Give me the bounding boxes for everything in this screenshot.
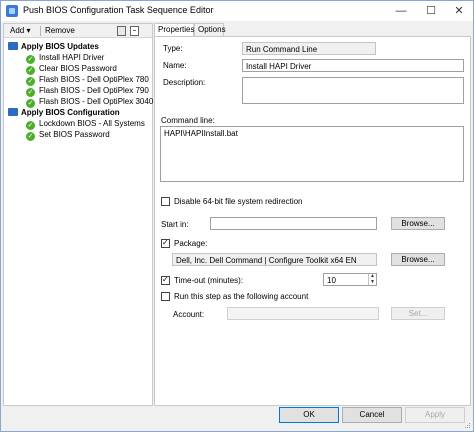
tree-item-clear-bios-password[interactable]: ✓ Clear BIOS Password bbox=[26, 64, 118, 75]
timeout-label: Time-out (minutes): bbox=[174, 276, 244, 285]
account-label: Account: bbox=[173, 310, 205, 319]
description-textarea[interactable] bbox=[242, 77, 464, 104]
move-up-icon[interactable] bbox=[117, 26, 126, 36]
task-sequence-editor-window: Push BIOS Configuration Task Sequence Ed… bbox=[0, 0, 474, 432]
tree-group-label: Apply BIOS Updates bbox=[21, 42, 99, 51]
check-icon: ✓ bbox=[26, 121, 35, 130]
tree-group-apply-bios-updates[interactable]: Apply BIOS Updates bbox=[8, 42, 99, 53]
tree-item-flash-bios-3040[interactable]: ✓ Flash BIOS - Dell OptiPlex 3040 bbox=[26, 97, 154, 108]
tree-item-install-hapi-driver[interactable]: ✓ Install HAPI Driver bbox=[26, 53, 106, 64]
spin-down-icon[interactable]: ▼ bbox=[368, 280, 376, 285]
start-in-label: Start in: bbox=[161, 220, 189, 229]
tree-toolbar: Add ▾ Remove bbox=[4, 24, 152, 38]
check-icon: ✓ bbox=[26, 88, 35, 97]
check-icon: ✓ bbox=[26, 77, 35, 86]
description-label: Description: bbox=[163, 78, 206, 87]
add-dropdown[interactable]: Add ▾ bbox=[10, 26, 30, 35]
package-checkbox[interactable] bbox=[161, 238, 170, 248]
properties-panel: Type: Run Command Line Name: Install HAP… bbox=[154, 36, 471, 406]
timeout-value: 10 bbox=[327, 276, 336, 285]
start-in-browse-button[interactable]: Browse... bbox=[391, 217, 445, 230]
tree-item-label: Flash BIOS - Dell OptiPlex 790 bbox=[39, 86, 149, 95]
timeout-checkbox[interactable] bbox=[161, 275, 170, 285]
tab-options[interactable]: Options bbox=[194, 23, 226, 36]
title-bar: Push BIOS Configuration Task Sequence Ed… bbox=[1, 1, 473, 21]
tree-item-label: Set BIOS Password bbox=[39, 130, 110, 139]
toolbar-separator bbox=[40, 26, 41, 36]
account-set-button[interactable]: Set... bbox=[391, 307, 445, 320]
tree-item-flash-bios-790[interactable]: ✓ Flash BIOS - Dell OptiPlex 790 bbox=[26, 86, 150, 97]
folder-icon bbox=[8, 42, 18, 50]
folder-icon bbox=[8, 108, 18, 116]
ok-button[interactable]: OK bbox=[279, 407, 339, 423]
tree-group-label: Apply BIOS Configuration bbox=[21, 108, 120, 117]
tab-properties[interactable]: Properties bbox=[154, 23, 194, 36]
type-label: Type: bbox=[163, 44, 183, 53]
maximize-button[interactable]: ☐ bbox=[416, 1, 446, 21]
account-input[interactable] bbox=[227, 307, 379, 320]
tree-item-label: Flash BIOS - Dell OptiPlex 3040 bbox=[39, 97, 154, 106]
apply-button[interactable]: Apply bbox=[405, 407, 465, 423]
tree-item-flash-bios-780[interactable]: ✓ Flash BIOS - Dell OptiPlex 780 bbox=[26, 75, 150, 86]
move-down-icon[interactable] bbox=[130, 26, 139, 36]
tree-item-label: Lockdown BIOS - All Systems bbox=[39, 119, 145, 128]
tree-item-label: Clear BIOS Password bbox=[39, 64, 117, 73]
disable-64bit-label: Disable 64-bit file system redirection bbox=[174, 197, 303, 206]
tree-group-apply-bios-configuration[interactable]: Apply BIOS Configuration bbox=[8, 108, 120, 119]
resize-grip-icon[interactable] bbox=[463, 421, 471, 429]
package-browse-button[interactable]: Browse... bbox=[391, 253, 445, 266]
check-icon: ✓ bbox=[26, 99, 35, 108]
task-sequence-tree-pane: Add ▾ Remove Apply BIOS Updates ✓ Install… bbox=[3, 23, 153, 406]
window-title: Push BIOS Configuration Task Sequence Ed… bbox=[23, 5, 214, 15]
name-label: Name: bbox=[163, 61, 187, 70]
tree-item-label: Flash BIOS - Dell OptiPlex 780 bbox=[39, 75, 149, 84]
run-as-account-label: Run this step as the following account bbox=[174, 292, 309, 301]
type-field: Run Command Line bbox=[242, 42, 376, 55]
remove-button[interactable]: Remove bbox=[45, 26, 75, 35]
check-icon: ✓ bbox=[26, 66, 35, 75]
start-in-input[interactable] bbox=[210, 217, 377, 230]
package-label: Package: bbox=[174, 239, 208, 248]
app-icon bbox=[6, 5, 18, 17]
timeout-spinner[interactable]: 10 ▲ ▼ bbox=[323, 273, 377, 286]
tree-item-set-bios-password[interactable]: ✓ Set BIOS Password bbox=[26, 130, 111, 141]
tree-item-label: Install HAPI Driver bbox=[38, 53, 106, 62]
command-line-label: Command line: bbox=[161, 116, 215, 125]
close-button[interactable]: ✕ bbox=[444, 1, 474, 21]
disable-64bit-checkbox[interactable] bbox=[161, 197, 170, 206]
package-field: Dell, Inc. Dell Command | Configure Tool… bbox=[172, 253, 377, 266]
minimize-button[interactable]: — bbox=[386, 1, 416, 21]
name-input[interactable]: Install HAPI Driver bbox=[242, 59, 464, 72]
check-icon: ✓ bbox=[26, 132, 35, 141]
check-icon: ✓ bbox=[26, 55, 35, 64]
command-line-textarea[interactable]: HAPI\HAPIInstall.bat bbox=[160, 126, 464, 182]
tree-item-lockdown-bios[interactable]: ✓ Lockdown BIOS - All Systems bbox=[26, 119, 146, 130]
run-as-account-checkbox[interactable] bbox=[161, 292, 170, 301]
cancel-button[interactable]: Cancel bbox=[342, 407, 402, 423]
